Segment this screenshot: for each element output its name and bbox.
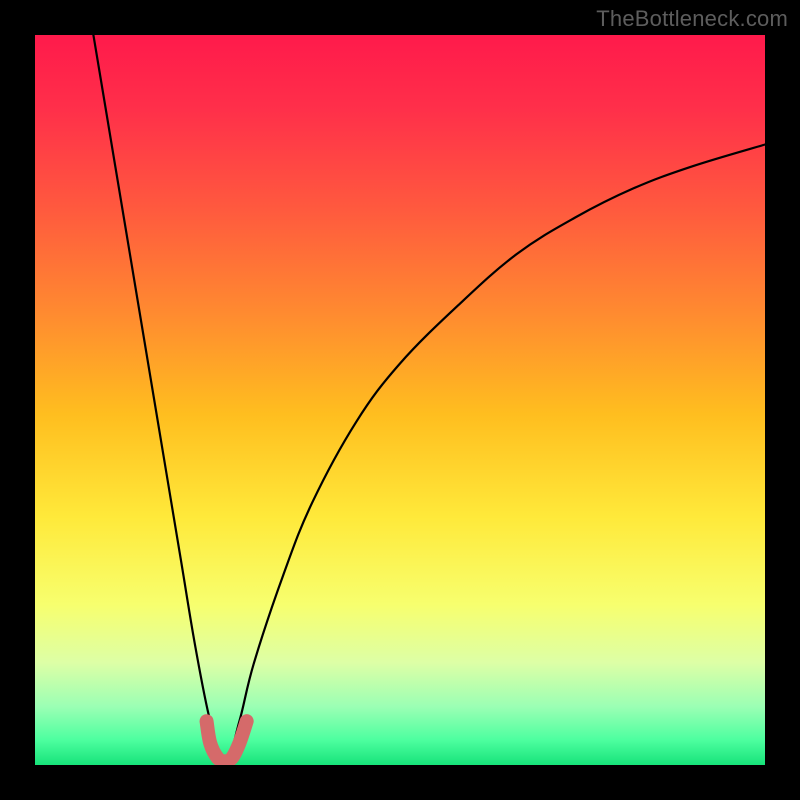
plot-area	[35, 35, 765, 765]
watermark-text: TheBottleneck.com	[596, 6, 788, 32]
chart-frame: TheBottleneck.com	[0, 0, 800, 800]
background-gradient	[35, 35, 765, 765]
